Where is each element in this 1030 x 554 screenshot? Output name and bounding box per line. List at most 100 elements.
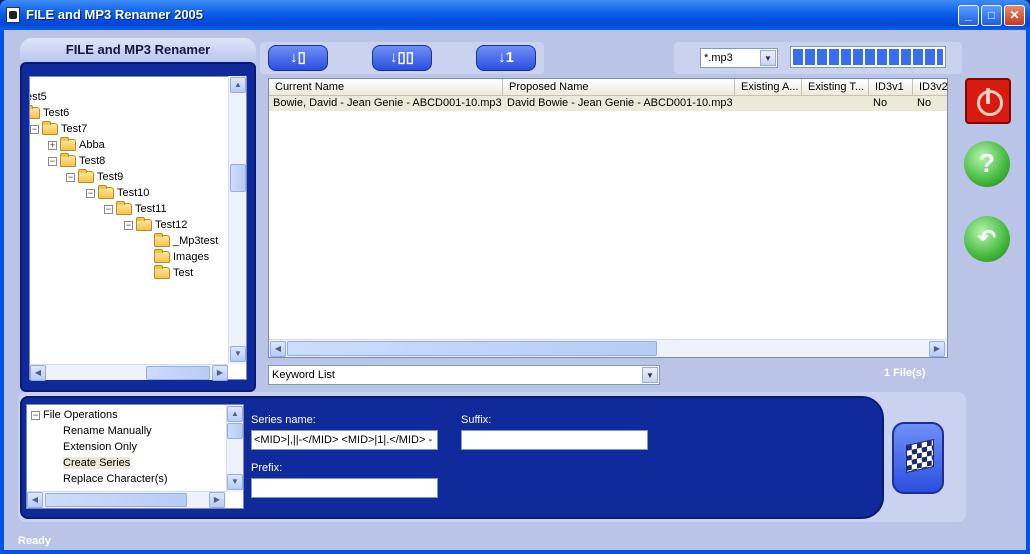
tree-item-label: est5 [30, 91, 47, 103]
sort-down-file-button[interactable]: ↓▯ [268, 45, 328, 71]
file-filter-select[interactable]: *.mp3 ▼ [700, 48, 778, 68]
close-button[interactable]: ✕ [1004, 5, 1025, 26]
undo-button[interactable]: ↶ [964, 216, 1010, 262]
operation-item[interactable]: − File Operations [31, 407, 118, 423]
table-row[interactable]: Bowie, David - Jean Genie - ABCD001-10.m… [269, 96, 947, 111]
operation-item-label: Create Series [63, 457, 131, 469]
help-button[interactable]: ? [964, 141, 1010, 187]
tree-item-label: Abba [79, 139, 105, 151]
tree-item[interactable]: Images [154, 249, 209, 265]
column-id3v1[interactable]: ID3v1 [869, 79, 913, 96]
file-count: 1 File(s) [884, 367, 926, 379]
progress-bar [790, 46, 946, 68]
collapse-icon[interactable]: − [48, 156, 57, 166]
operation-item[interactable]: Extension Only [63, 439, 137, 455]
sort-down-folders-button[interactable]: ↓▯▯ [372, 45, 432, 71]
column-proposed-name[interactable]: Proposed Name [503, 79, 735, 96]
tree-item[interactable]: _Mp3test [154, 233, 218, 249]
column-existing-artist[interactable]: Existing A... [735, 79, 802, 96]
tree-item-label: Images [173, 251, 210, 263]
ops-horizontal-scrollbar[interactable]: ◀ ▶ [27, 491, 226, 508]
keyword-list-value: Keyword List [272, 369, 335, 381]
scroll-left-icon[interactable]: ◀ [30, 365, 46, 381]
tree-item[interactable]: − Test7 [30, 121, 87, 137]
scroll-down-icon[interactable]: ▼ [230, 346, 246, 362]
operation-item-label: Rename Manually [63, 425, 152, 437]
tree-vertical-scrollbar[interactable]: ▲ ▼ [228, 76, 246, 364]
collapse-icon[interactable]: − [66, 172, 75, 182]
collapse-icon[interactable]: − [86, 188, 95, 198]
tree-item-label: Test11 [135, 203, 167, 215]
window-title: FILE and MP3 Renamer 2005 [26, 7, 204, 22]
scroll-thumb[interactable] [45, 493, 187, 507]
scroll-up-icon[interactable]: ▲ [230, 77, 246, 93]
operation-item-label: Replace Character(s) [63, 473, 168, 485]
tree-item[interactable]: − Test11 [104, 201, 167, 217]
cell-id3v1: No [873, 97, 888, 109]
operation-item[interactable]: Rename Manually [63, 423, 152, 439]
folder-panel: ·est5Test6−Test7+Abba−Test8−Test9−Test10… [20, 62, 256, 392]
column-id3v2[interactable]: ID3v2 [913, 79, 949, 96]
app-window: FILE and MP3 Renamer 2005 _ □ ✕ FILE and… [0, 0, 1030, 554]
tree-item[interactable]: − Test10 [86, 185, 149, 201]
suffix-label: Suffix: [461, 414, 492, 426]
folder-tree[interactable]: ·est5Test6−Test7+Abba−Test8−Test9−Test10… [29, 76, 247, 380]
scroll-right-icon[interactable]: ▶ [209, 492, 225, 508]
folder-icon [30, 105, 40, 120]
suffix-input[interactable] [461, 430, 648, 450]
tree-item[interactable]: · [29, 76, 30, 89]
scroll-up-icon[interactable]: ▲ [227, 406, 243, 422]
collapse-icon[interactable]: − [104, 204, 113, 214]
keyword-list-select[interactable]: Keyword List ▼ [268, 365, 660, 385]
sort-down-number-button[interactable]: ↓1 [476, 45, 536, 71]
scroll-right-icon[interactable]: ▶ [929, 341, 945, 357]
tree-item-label: Test [173, 267, 194, 279]
folder-icon [98, 185, 114, 200]
ops-vertical-scrollbar[interactable]: ▲ ▼ [226, 405, 243, 492]
tree-item-label: · [29, 76, 30, 87]
folder-icon [78, 169, 94, 184]
scroll-thumb[interactable] [227, 423, 243, 439]
apply-rename-button[interactable] [892, 422, 944, 494]
title-bar[interactable]: FILE and MP3 Renamer 2005 _ □ ✕ [0, 0, 1030, 30]
tree-item-label: Test8 [79, 155, 106, 167]
tree-item[interactable]: − Test12 [124, 217, 187, 233]
scroll-left-icon[interactable]: ◀ [270, 341, 286, 357]
file-list[interactable]: Current Name Proposed Name Existing A...… [268, 78, 949, 358]
scroll-thumb[interactable] [287, 341, 657, 356]
tree-item[interactable]: Test [154, 265, 193, 281]
tree-item[interactable]: − Test8 [48, 153, 105, 169]
client-area: FILE and MP3 Renamer ·est5Test6−Test7+Ab… [4, 30, 1026, 550]
maximize-button[interactable]: □ [981, 5, 1002, 26]
power-icon [986, 88, 990, 104]
collapse-icon[interactable]: − [31, 410, 40, 420]
series-name-input[interactable]: <MID>|,||-</MID> <MID>|1|.</MID> - [251, 430, 438, 450]
chevron-down-icon[interactable]: ▼ [760, 50, 776, 66]
series-name-label: Series name: [251, 414, 316, 426]
folder-icon [60, 137, 76, 152]
tree-horizontal-scrollbar[interactable]: ◀ ▶ [30, 364, 228, 381]
expand-icon[interactable]: + [48, 140, 57, 150]
scroll-thumb[interactable] [230, 164, 246, 192]
chevron-down-icon[interactable]: ▼ [642, 367, 658, 383]
tree-item[interactable]: Test6 [30, 105, 69, 121]
column-existing-title[interactable]: Existing T... [802, 79, 869, 96]
tree-item[interactable]: − Test9 [66, 169, 123, 185]
operation-item[interactable]: Create Series [63, 455, 131, 471]
operation-item[interactable]: Replace Character(s) [63, 471, 168, 487]
tree-item-label: Test12 [155, 219, 188, 231]
scroll-right-icon[interactable]: ▶ [212, 365, 228, 381]
tree-item-label: Test7 [61, 123, 88, 135]
prefix-input[interactable] [251, 478, 438, 498]
column-current-name[interactable]: Current Name [269, 79, 503, 96]
tree-item[interactable]: + Abba [48, 137, 105, 153]
minimize-button[interactable]: _ [958, 5, 979, 26]
collapse-icon[interactable]: − [124, 220, 133, 230]
scroll-left-icon[interactable]: ◀ [27, 492, 43, 508]
list-horizontal-scrollbar[interactable]: ◀ ▶ [269, 339, 947, 357]
scroll-thumb[interactable] [146, 366, 210, 380]
tree-item[interactable]: est5 [30, 89, 47, 105]
stop-button[interactable] [965, 78, 1011, 124]
scroll-down-icon[interactable]: ▼ [227, 474, 243, 490]
collapse-icon[interactable]: − [30, 124, 39, 134]
